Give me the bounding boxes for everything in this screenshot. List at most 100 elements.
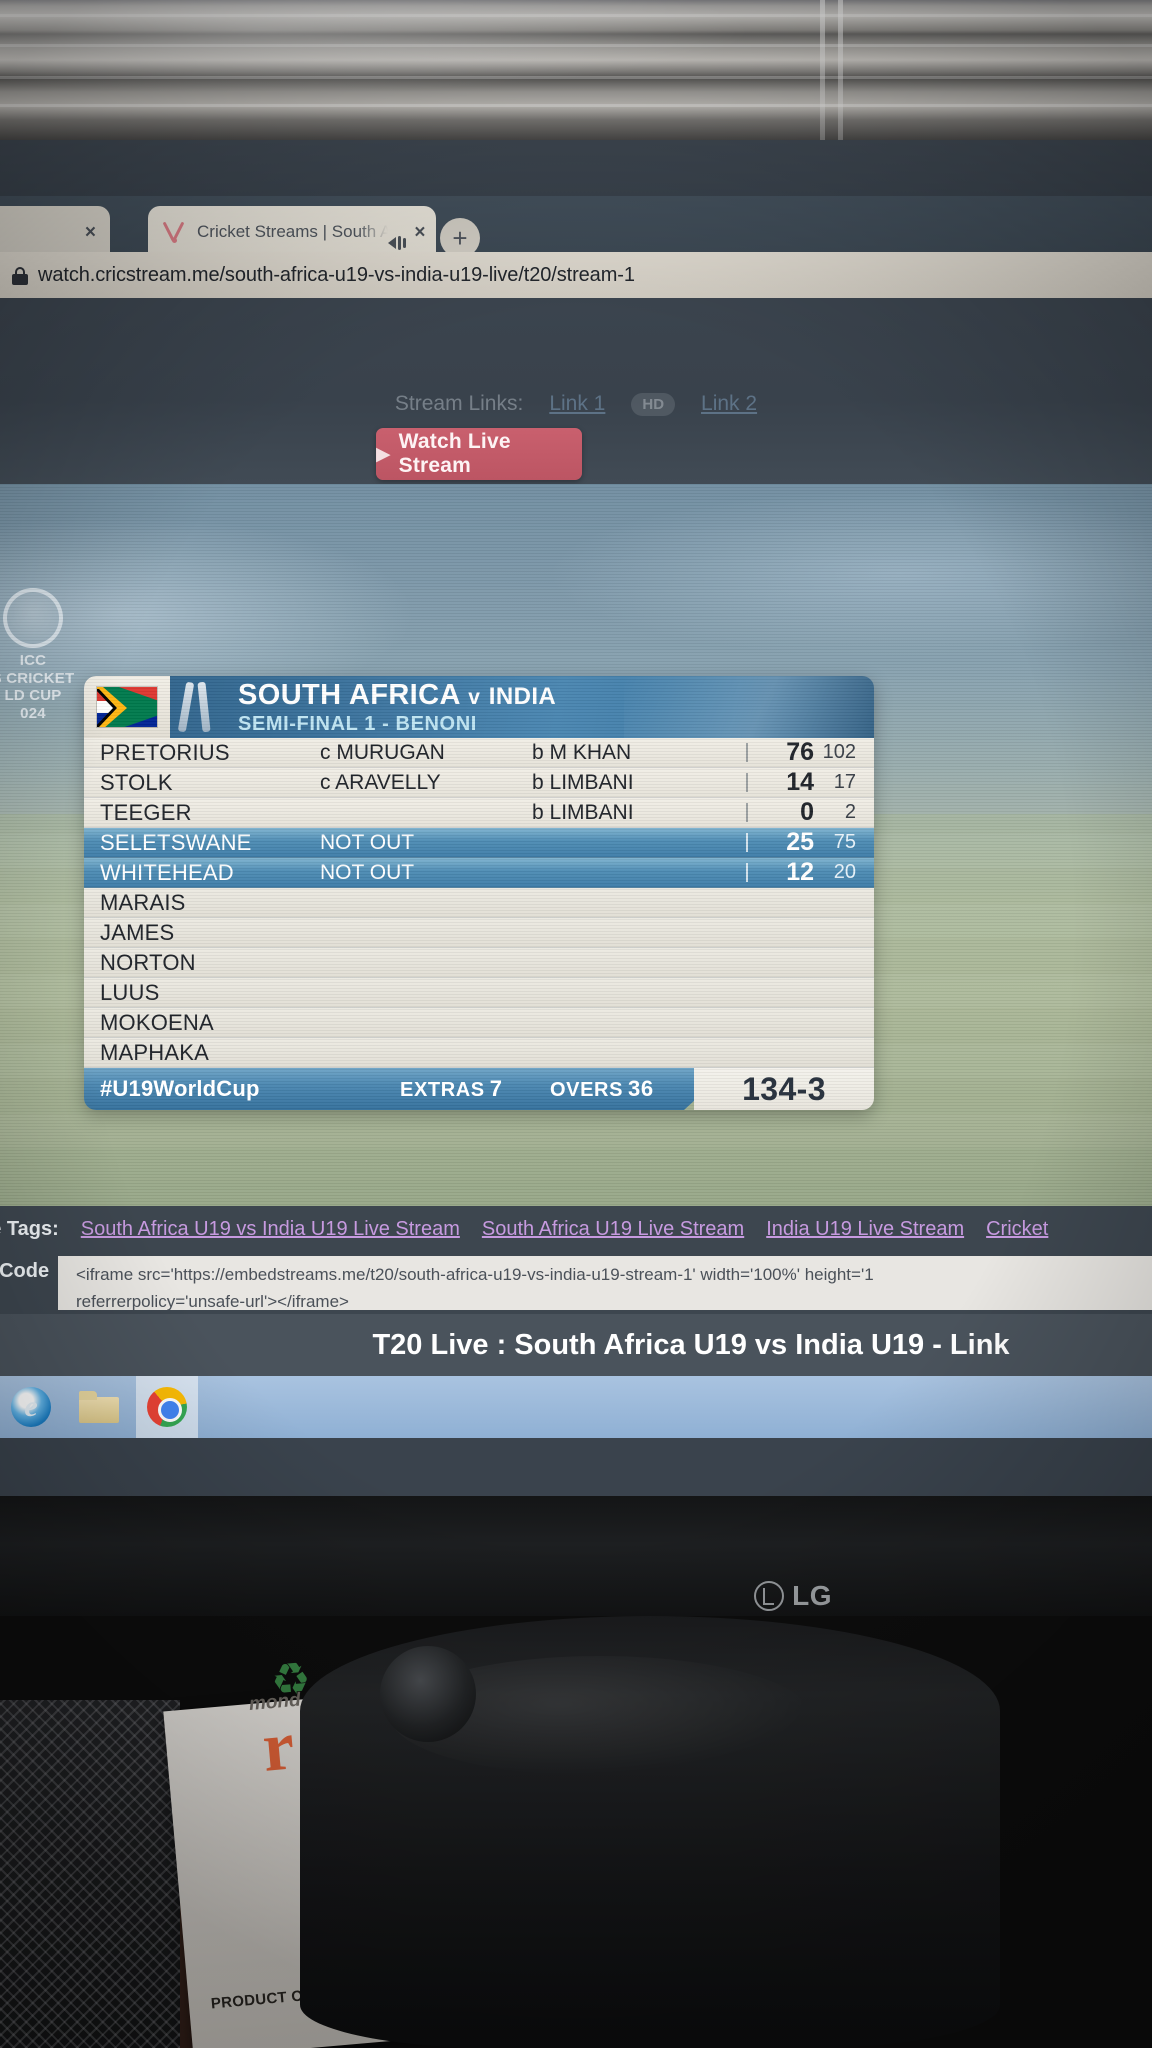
scoreboard-overs: OVERS 36 (550, 1076, 700, 1102)
icc-world-cup-logo: ICC S CRICKET LD CUP 024 (0, 588, 88, 723)
lg-brand-text: LG (792, 1580, 832, 1611)
row-separator (742, 833, 752, 852)
scoreboard-subtitle: SEMI-FINAL 1 - BENONI (238, 712, 477, 735)
scoreboard-header: SOUTH AFRICA v INDIA SEMI-FINAL 1 - BENO… (84, 676, 874, 738)
monitor-bottom-bezel (0, 1496, 1152, 1616)
batter-name: SELETSWANE (100, 829, 252, 855)
tag-link[interactable]: India U19 Live Stream (766, 1218, 964, 1241)
paper-letter: r (259, 1707, 298, 1787)
batter-runs: 14 (786, 768, 814, 796)
play-icon: ▶ (376, 443, 391, 465)
batter-dismissal-fielder: c MURUGAN (320, 740, 445, 764)
site-header: Stream Links: Link 1 HD Link 2 ▶ Watch L… (0, 298, 1152, 484)
scoreboard-batter-row: TEEGER b LIMBANI 0 2 (84, 798, 874, 828)
stand-cable-hole (380, 1646, 476, 1742)
embed-code-line-1: <iframe src='https://embedstreams.me/t20… (76, 1265, 874, 1284)
scoreboard-batter-row: LUUS (84, 978, 874, 1008)
batter-dismissal-bowler: b LIMBANI (532, 770, 634, 794)
tag-link[interactable]: South Africa U19 Live Stream (482, 1218, 744, 1241)
close-icon[interactable]: × (85, 223, 96, 242)
browser-tab-strip: × Cricket Streams | South Afric × + (0, 196, 1152, 258)
watch-live-stream-label: Watch Live Stream (398, 430, 511, 477)
batter-balls: 102 (822, 741, 856, 763)
extras-value: 7 (489, 1076, 503, 1101)
scoreboard-hashtag: #U19WorldCup (100, 1076, 260, 1101)
batter-name: WHITEHEAD (100, 859, 234, 885)
scoreboard-batter-row: MAPHAKA (84, 1038, 874, 1068)
batter-name: MOKOENA (100, 1009, 214, 1035)
row-separator (742, 863, 752, 882)
embed-code-row: l Code : <iframe src='https://embedstrea… (0, 1252, 1152, 1314)
window-blinds (0, 0, 1152, 140)
scoreboard-batting-list: PRETORIUS c MURUGAN b M KHAN 76 102 STOLK c AR… (84, 738, 874, 1068)
batter-dismissal-bowler: b LIMBANI (532, 800, 634, 824)
overs-label: OVERS (550, 1079, 624, 1101)
stream-links-label: Stream Links: (394, 392, 524, 415)
row-separator (742, 803, 752, 822)
stream-links-row: Stream Links: Link 1 HD Link 2 (0, 392, 1152, 416)
photo-of-monitor: × Cricket Streams | South Afric × + watc… (0, 0, 1152, 2048)
batter-dismissal-fielder: c ARAVELLY (320, 770, 441, 794)
tag-link[interactable]: South Africa U19 vs India U19 Live Strea… (81, 1218, 460, 1241)
scoreboard-team-opponent: INDIA (488, 683, 557, 710)
scoreboard-extras: EXTRAS 7 (400, 1076, 550, 1102)
close-icon[interactable]: × (414, 223, 425, 242)
batter-runs: 0 (800, 798, 814, 826)
game-tags-row: ne Tags: South Africa U19 vs India U19 L… (0, 1206, 1152, 1252)
hd-badge: HD (631, 392, 676, 416)
game-tags-label: ne Tags: (0, 1217, 59, 1240)
batter-runs: 25 (786, 828, 814, 856)
live-video-player[interactable]: ICC S CRICKET LD CUP 024 (0, 484, 1152, 1206)
url-text: watch.cricstream.me/south-africa-u19-vs-… (38, 263, 635, 286)
stream-link-1[interactable]: Link 1 (549, 392, 605, 416)
file-explorer-icon[interactable] (68, 1376, 130, 1438)
scoreboard-batter-row: STOLK c ARAVELLY b LIMBANI 14 17 (84, 768, 874, 798)
stream-title-text: T20 Live : South Africa U19 vs India U19… (372, 1328, 1010, 1361)
scoreboard-batter-row: MARAIS (84, 888, 874, 918)
cricket-bats-icon (162, 221, 188, 243)
mesh-organizer (0, 1700, 180, 2048)
embed-code-label: l Code : (0, 1260, 50, 1282)
cricket-scoreboard: SOUTH AFRICA v INDIA SEMI-FINAL 1 - BENO… (84, 676, 874, 1110)
internet-explorer-icon[interactable] (0, 1376, 62, 1438)
batter-runs: 76 (786, 738, 814, 766)
scoreboard-batter-row: SELETSWANE NOT OUT 25 75 (84, 828, 874, 858)
monitor-top-bezel (0, 140, 1152, 196)
scoreboard-batter-row: JAMES (84, 918, 874, 948)
scoreboard-batter-row: WHITEHEAD NOT OUT 12 20 (84, 858, 874, 888)
row-separator (742, 743, 752, 762)
batter-balls: 17 (833, 771, 856, 793)
scoreboard-footer: #U19WorldCup EXTRAS 7 OVERS 36 134-3 (84, 1068, 874, 1110)
row-separator (742, 773, 752, 792)
browser-tab-inactive[interactable]: × (0, 206, 110, 258)
watch-live-stream-button[interactable]: ▶ Watch Live Stream (376, 428, 582, 480)
scoreboard-batter-row: PRETORIUS c MURUGAN b M KHAN 76 102 (84, 738, 874, 768)
scoreboard-versus: v (468, 686, 481, 709)
address-bar[interactable]: watch.cricstream.me/south-africa-u19-vs-… (0, 252, 1152, 298)
embed-code-line-2: referrerpolicy='unsafe-url'></iframe> (76, 1292, 349, 1310)
stream-title-banner: T20 Live : South Africa U19 vs India U19… (0, 1314, 1152, 1376)
batter-name: MARAIS (100, 889, 186, 915)
batter-name: TEEGER (100, 799, 192, 825)
extras-label: EXTRAS (400, 1079, 485, 1101)
batter-dismissal-bowler: b M KHAN (532, 740, 632, 764)
cricket-bats-graphic (170, 676, 224, 738)
scoreboard-batter-row: NORTON (84, 948, 874, 978)
overs-value: 36 (628, 1076, 654, 1101)
lg-logo: LG (754, 1580, 832, 1612)
tag-link[interactable]: Cricket (986, 1218, 1048, 1241)
batter-name: NORTON (100, 949, 196, 975)
batter-runs: 12 (786, 858, 814, 886)
scoreboard-batter-row: MOKOENA (84, 1008, 874, 1038)
lg-mark-icon (754, 1581, 785, 1611)
google-chrome-icon[interactable] (136, 1376, 198, 1438)
south-africa-flag (84, 676, 170, 738)
embed-code-box[interactable]: <iframe src='https://embedstreams.me/t20… (58, 1256, 1152, 1310)
monitor-screen: × Cricket Streams | South Afric × + watc… (0, 196, 1152, 1496)
batter-balls: 2 (844, 801, 856, 823)
batter-name: PRETORIUS (100, 739, 230, 765)
stream-link-2[interactable]: Link 2 (701, 392, 757, 416)
batter-name: JAMES (100, 919, 175, 945)
batter-dismissal-fielder: NOT OUT (320, 830, 415, 854)
browser-tab-active[interactable]: Cricket Streams | South Afric × (148, 206, 436, 258)
